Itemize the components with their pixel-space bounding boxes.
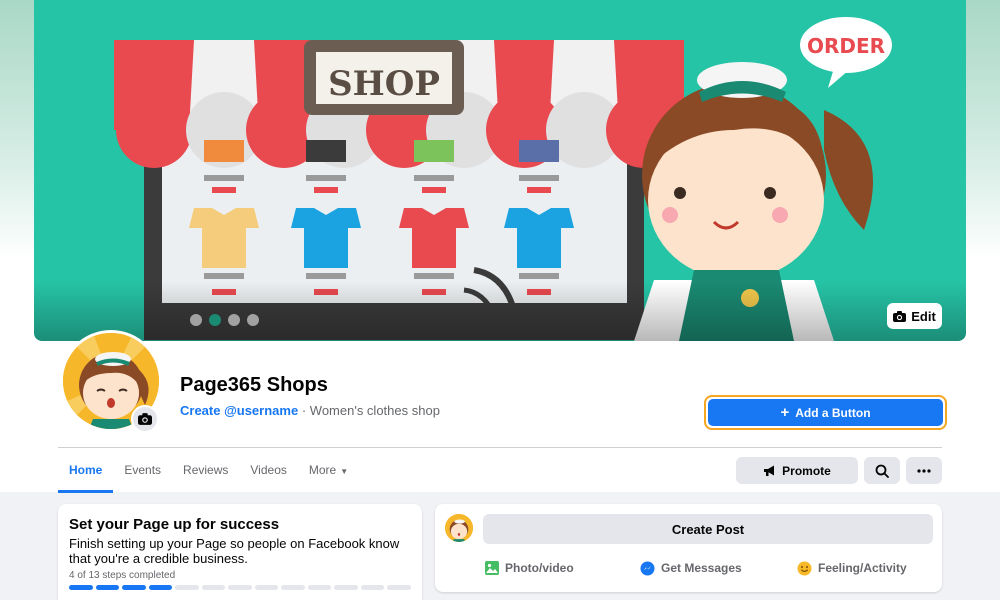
cover-photo[interactable]: SHOP ORDER (34, 0, 966, 341)
progress-segment-complete (148, 585, 173, 590)
tab-home-label: Home (69, 463, 103, 477)
header-divider (58, 447, 942, 448)
carousel-dot[interactable] (190, 314, 202, 326)
search-icon (875, 464, 889, 478)
tab-more[interactable]: More ▼ (298, 451, 359, 493)
add-a-button[interactable]: + Add a Button (708, 399, 943, 426)
carousel-dot[interactable] (228, 314, 240, 326)
tab-more-label: More (308, 463, 337, 477)
avatar (445, 514, 473, 542)
promote-button[interactable]: Promote (736, 457, 858, 484)
smiley-icon (797, 561, 812, 575)
avatar-illustration (445, 514, 473, 542)
plus-icon: + (780, 403, 790, 421)
ellipsis-icon (917, 468, 931, 473)
progress-segment (201, 585, 226, 590)
add-a-button-label: Add a Button (795, 405, 871, 420)
page-subtitle: Create @username · Women's clothes shop (180, 403, 440, 418)
create-username-link[interactable]: Create @username (180, 403, 298, 418)
carousel-dots (190, 314, 259, 326)
setup-steps-count: 4 of 13 steps completed (69, 570, 176, 581)
subtitle-separator: · (301, 403, 307, 418)
tab-videos[interactable]: Videos (239, 451, 297, 493)
progress-segment (387, 585, 411, 590)
tab-reviews[interactable]: Reviews (172, 451, 239, 493)
get-messages-label: Get Messages (661, 561, 742, 575)
page-category: Women's clothes shop (309, 403, 440, 418)
progress-segment (360, 585, 385, 590)
edit-cover-label: Edit (911, 308, 936, 324)
camera-icon (893, 310, 907, 322)
photo-video-label: Photo/video (505, 561, 574, 575)
edit-cover-button[interactable]: Edit (887, 303, 942, 329)
feeling-activity-button[interactable]: Feeling/Activity (797, 559, 907, 577)
photo-video-button[interactable]: Photo/video (485, 559, 574, 577)
update-profile-picture-button[interactable] (131, 405, 159, 433)
get-messages-button[interactable]: Get Messages (640, 559, 742, 577)
progress-segment-complete (122, 585, 146, 590)
messenger-icon (640, 561, 655, 575)
svg-text:SHOP: SHOP (328, 64, 440, 104)
progress-segment (281, 585, 305, 590)
feeling-activity-label: Feeling/Activity (818, 561, 907, 575)
create-post-card: Create Post Photo/video Get Messages Fee… (435, 504, 942, 592)
setup-card: Set your Page up for success Finish sett… (58, 504, 422, 600)
megaphone-icon (764, 465, 775, 476)
setup-card-title: Set your Page up for success (69, 516, 280, 533)
create-post-label: Create Post (671, 521, 745, 537)
carousel-dot-active[interactable] (209, 314, 221, 326)
setup-progress-bar (69, 585, 411, 590)
tab-videos-label: Videos (250, 463, 287, 477)
add-button-highlight: + Add a Button (704, 395, 947, 430)
camera-icon (138, 413, 152, 425)
more-options-button[interactable] (906, 457, 942, 484)
cover-gradient (34, 281, 966, 341)
tab-events[interactable]: Events (113, 451, 172, 493)
page-title: Page365 Shops (180, 374, 328, 396)
photo-icon (485, 561, 499, 575)
page-tabs: Home Events Reviews Videos More ▼ (58, 451, 359, 493)
tab-reviews-label: Reviews (183, 463, 229, 477)
carousel-dot[interactable] (247, 314, 259, 326)
progress-segment-complete (95, 585, 120, 590)
setup-card-description: Finish setting up your Page so people on… (69, 536, 400, 566)
tab-home[interactable]: Home (58, 451, 114, 493)
promote-label: Promote (782, 463, 831, 478)
create-post-button[interactable]: Create Post (483, 514, 933, 544)
progress-segment (175, 585, 199, 590)
search-button[interactable] (864, 457, 900, 484)
progress-segment (307, 585, 332, 590)
progress-segment (228, 585, 252, 590)
svg-text:ORDER: ORDER (807, 34, 885, 58)
progress-segment (254, 585, 279, 590)
tab-events-label: Events (124, 463, 162, 477)
progress-segment (334, 585, 358, 590)
progress-segment-complete (69, 585, 93, 590)
caret-down-icon: ▼ (340, 467, 349, 476)
